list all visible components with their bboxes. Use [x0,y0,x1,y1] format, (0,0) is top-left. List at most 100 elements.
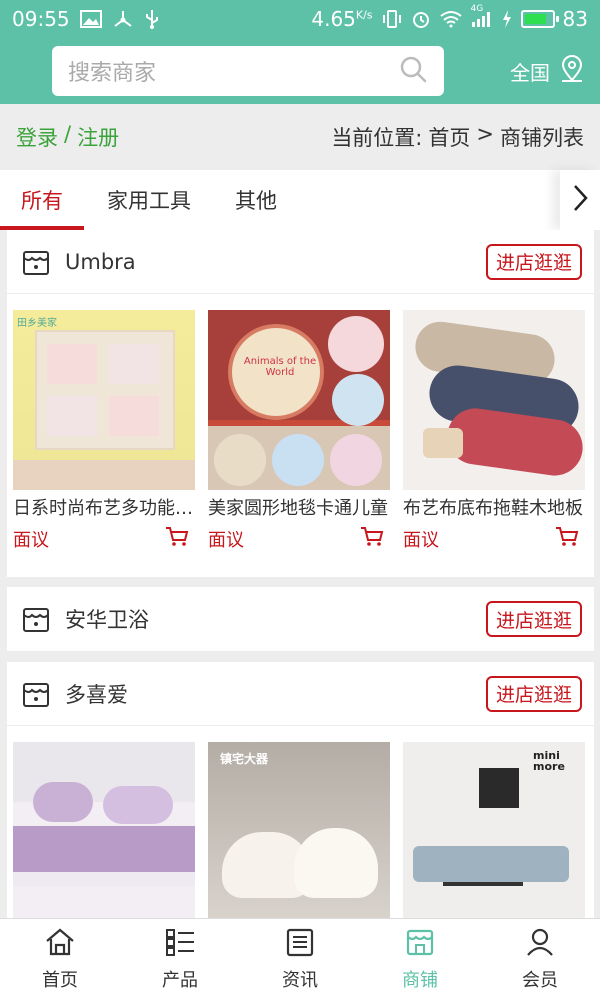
home-icon [44,927,76,962]
breadcrumb-row: 登录 / 注册 当前位置: 首页 > 商铺列表 [0,104,600,170]
product-footer: 面议 [403,526,585,552]
product-badge: 镇宅大器 [220,752,269,766]
product-list-icon [164,927,196,962]
product-badge: mini more [533,749,565,773]
breadcrumb-current: 商铺列表 [500,126,584,150]
location-label: 当前位置: [331,126,423,150]
battery-icon [520,10,559,28]
nav-label: 资讯 [282,970,318,991]
register-link[interactable]: 注册 [77,122,119,152]
store-header: 多喜爱 进店逛逛 [7,662,594,726]
store-header: Umbra 进店逛逛 [7,230,594,294]
product-card[interactable]: Animals of the World 美家圆形地毯卡通儿童 面议 [208,310,390,552]
product-title[interactable]: 日系时尚布艺多功能挂袋 [13,494,195,520]
breadcrumb-arrow: > [476,122,494,146]
visit-store-button[interactable]: 进店逛逛 [485,675,582,712]
product-image[interactable]: 田乡美家 [13,310,195,490]
tabs-more-button[interactable] [560,170,600,230]
product-footer: 面议 [208,526,390,552]
alarm-icon [411,9,431,29]
nav-label: 会员 [522,970,558,991]
tab-all[interactable]: 所有 [0,170,84,230]
breadcrumb: 当前位置: 首页 > 商铺列表 [331,122,584,152]
share-hub-icon [112,9,134,29]
nav-products[interactable]: 产品 [120,919,240,1000]
nav-label: 商铺 [402,970,438,991]
battery-fill [524,14,547,24]
region-selector[interactable]: 全国 [510,54,586,89]
product-image[interactable] [13,742,195,918]
cart-icon[interactable] [165,526,189,552]
breadcrumb-home[interactable]: 首页 [428,122,470,152]
product-card[interactable] [13,742,195,918]
nav-stores[interactable]: 商铺 [360,919,480,1000]
store-icon [21,679,51,709]
cart-icon[interactable] [360,526,384,552]
visit-store-button[interactable]: 进店逛逛 [485,601,582,637]
store-icon [404,927,436,962]
product-card[interactable]: 田乡美家 日系时尚布艺多功能挂袋 面议 [13,310,195,552]
store-card: 多喜爱 进店逛逛 镇宅大器 mini more [7,662,594,918]
product-image[interactable]: Animals of the World [208,310,390,490]
search-input[interactable]: 搜索商家 [52,46,444,96]
auth-separator: / [64,122,72,146]
store-icon [21,247,51,277]
product-image[interactable]: 镇宅大器 [208,742,390,918]
status-right: 4.65K/s 4G 83 [311,4,588,31]
network-speed: 4.65K/s [311,7,373,31]
visit-store-button[interactable]: 进店逛逛 [485,243,582,280]
product-card[interactable]: 布艺布底布拖鞋木地板 面议 [403,310,585,552]
nav-home[interactable]: 首页 [0,919,120,1000]
image-icon [79,10,102,28]
product-title[interactable]: 美家圆形地毯卡通儿童 [208,494,390,520]
tab-other[interactable]: 其他 [214,170,298,230]
status-left: 09:55 [12,7,160,31]
store-list: Umbra 进店逛逛 田乡美家 日系时尚布艺多功能挂袋 面议 Animals o… [0,230,600,918]
product-badge: 田乡美家 [17,318,57,329]
news-icon [284,927,316,962]
search-placeholder: 搜索商家 [68,61,157,86]
product-title[interactable]: 布艺布底布拖鞋木地板 [403,494,585,520]
location-pin-icon [558,54,586,89]
store-icon [21,604,51,634]
usb-icon [144,8,160,30]
product-card[interactable]: 镇宅大器 [208,742,390,918]
store-name[interactable]: Umbra [65,250,136,274]
store-card: Umbra 进店逛逛 田乡美家 日系时尚布艺多功能挂袋 面议 Animals o… [7,230,594,577]
search-icon[interactable] [398,54,428,88]
store-header: 安华卫浴 进店逛逛 [7,587,594,651]
region-label: 全国 [510,60,550,85]
store-name[interactable]: 安华卫浴 [65,604,149,634]
nav-label: 首页 [42,970,78,991]
product-badge: Animals of the World [243,356,317,378]
product-row: 镇宅大器 mini more [7,726,594,918]
vibrate-icon [381,9,403,29]
nav-member[interactable]: 会员 [480,919,600,1000]
product-price: 面议 [208,530,244,551]
product-image[interactable]: mini more [403,742,585,918]
product-price: 面议 [403,530,439,551]
store-card: 安华卫浴 进店逛逛 [7,587,594,651]
member-icon [524,927,556,962]
cart-icon[interactable] [555,526,579,552]
wifi-icon [439,10,463,28]
nav-label: 产品 [162,970,198,991]
product-image[interactable] [403,310,585,490]
signal-icon: 4G [471,4,493,28]
product-row: 田乡美家 日系时尚布艺多功能挂袋 面议 Animals of the World… [7,294,594,552]
status-time: 09:55 [12,7,70,31]
charging-icon [501,9,513,29]
bottom-nav: 首页 产品 资讯 商铺 会员 [0,918,600,1000]
login-link[interactable]: 登录 [16,122,58,152]
search-header: 搜索商家 全国 [0,38,600,104]
category-tabs: 所有 家用工具 其他 [0,170,600,230]
nav-news[interactable]: 资讯 [240,919,360,1000]
battery-percent: 83 [562,7,588,31]
tab-household-tools[interactable]: 家用工具 [84,170,214,230]
store-name[interactable]: 多喜爱 [65,679,128,709]
chevron-right-icon [570,183,590,218]
auth-links: 登录 / 注册 [16,122,119,152]
product-footer: 面议 [13,526,195,552]
product-price: 面议 [13,530,49,551]
product-card[interactable]: mini more [403,742,585,918]
